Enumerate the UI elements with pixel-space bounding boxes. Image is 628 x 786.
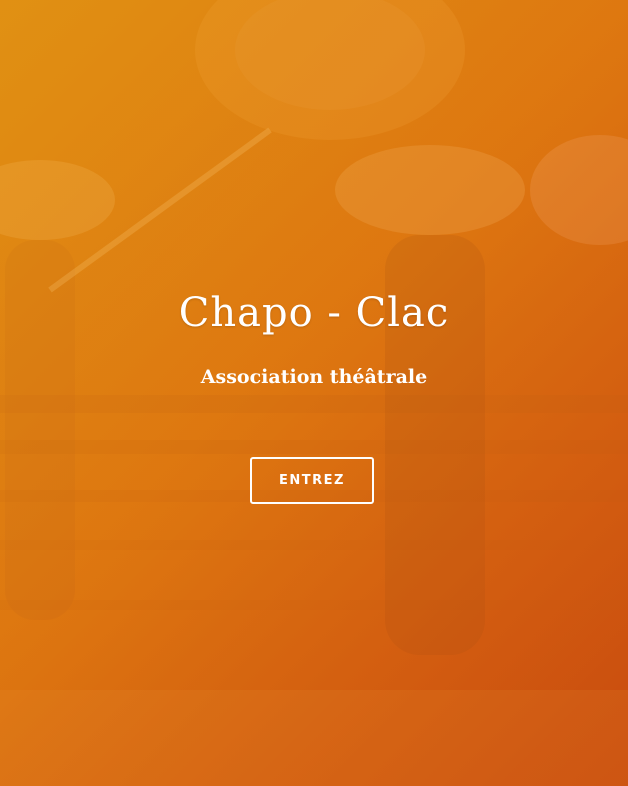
hero-section: Chapo - Clac Association théâtrale ENTRE… [0, 0, 628, 786]
hero-content: Chapo - Clac Association théâtrale ENTRE… [0, 0, 628, 786]
enter-button[interactable]: ENTREZ [250, 457, 374, 504]
site-title: Chapo - Clac [178, 290, 450, 336]
site-subtitle: Association théâtrale [200, 366, 428, 388]
